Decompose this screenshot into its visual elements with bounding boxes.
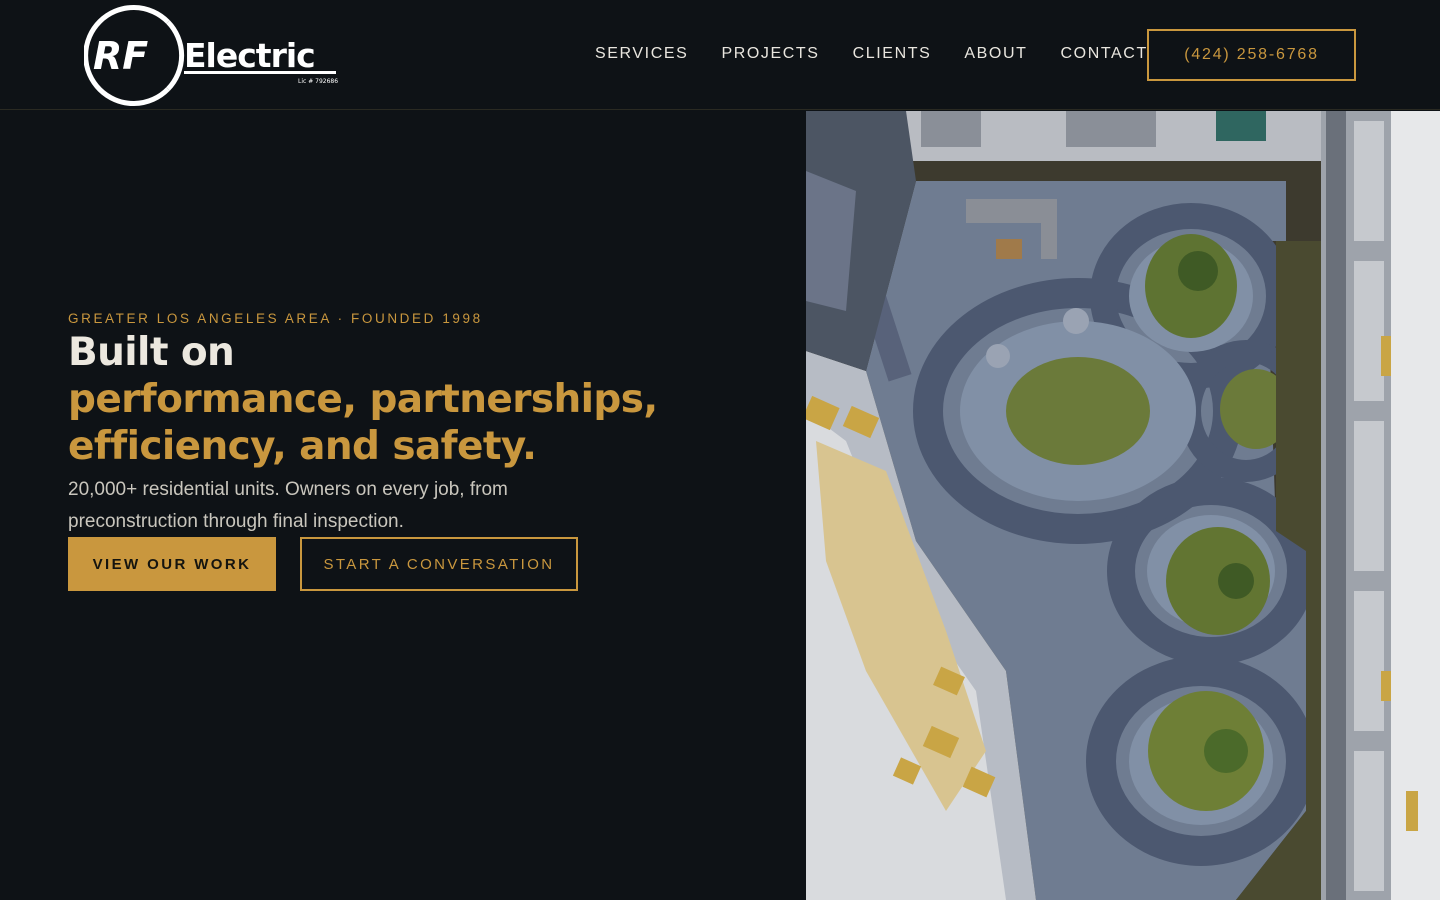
rf-electric-logo-icon: RF Electric Lic # 792686	[83, 5, 338, 106]
hero-eyebrow: GREATER LOS ANGELES AREA · FOUNDED 1998	[68, 311, 483, 326]
headline-accent-2: efficiency, and safety.	[68, 424, 537, 469]
headline-line-1: Built on	[68, 330, 235, 375]
hero-headline: Built on performance, partnerships, effi…	[68, 329, 708, 470]
logo-word-text: Electric	[184, 36, 315, 75]
view-our-work-button[interactable]: VIEW OUR WORK	[68, 537, 276, 591]
phone-button[interactable]: (424) 258-6768	[1147, 29, 1356, 81]
headline-accent-1: performance, partnerships,	[68, 377, 658, 422]
site-logo[interactable]: RF Electric Lic # 792686	[83, 5, 344, 109]
start-conversation-button[interactable]: START A CONVERSATION	[300, 537, 578, 591]
main-nav: SERVICES PROJECTS CLIENTS ABOUT CONTACT	[595, 44, 1181, 64]
hero-subtext: 20,000+ residential units. Owners on eve…	[68, 479, 508, 532]
nav-about[interactable]: ABOUT	[964, 44, 1027, 64]
logo-license-text: Lic # 792686	[298, 78, 338, 85]
nav-clients[interactable]: CLIENTS	[853, 44, 932, 64]
nav-contact[interactable]: CONTACT	[1061, 44, 1148, 64]
hero-image	[806, 111, 1440, 900]
site-header: RF Electric Lic # 792686 SERVICES PROJEC…	[0, 0, 1440, 110]
aerial-courtyard-photo-icon	[806, 111, 1440, 900]
nav-projects[interactable]: PROJECTS	[721, 44, 819, 64]
logo-mark-text: RF	[93, 34, 148, 78]
nav-services[interactable]: SERVICES	[595, 44, 688, 64]
